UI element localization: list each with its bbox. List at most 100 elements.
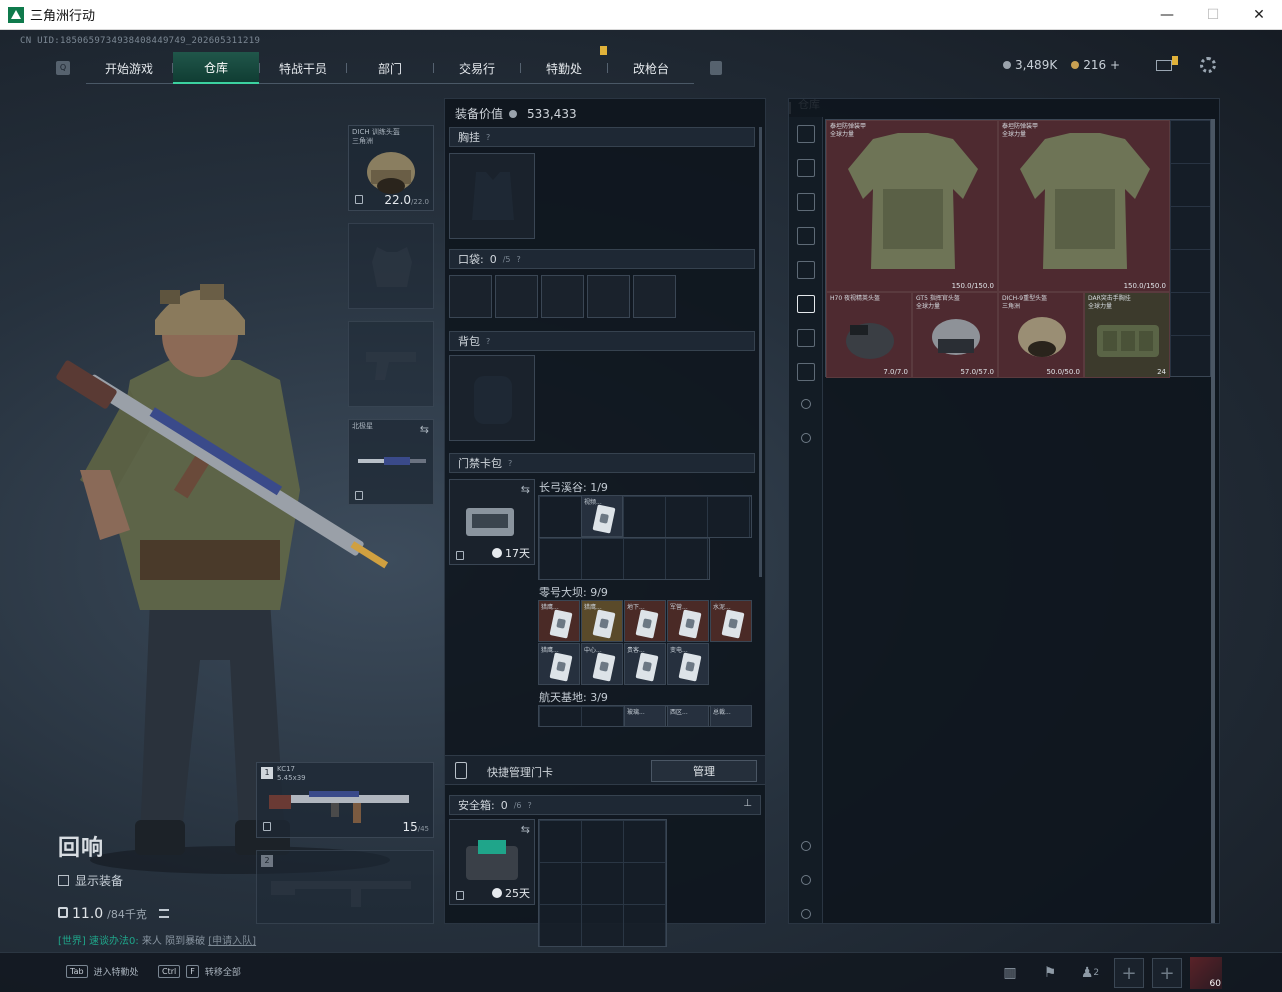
help-icon[interactable]: ?	[486, 133, 490, 142]
stash-item-armor[interactable]: 泰坦防弹装甲 全球力量 150.0/150.0	[998, 120, 1170, 292]
show-gear-toggle[interactable]: 显示装备	[58, 872, 123, 889]
misc-category-icon[interactable]	[797, 363, 815, 381]
safe-box-slot[interactable]: ⇆ 25天	[449, 819, 535, 905]
manage-button[interactable]: 管理	[651, 760, 757, 782]
tab-department[interactable]: 部门	[347, 52, 433, 84]
keycard-item[interactable]: 变电...	[667, 643, 709, 685]
show-gear-checkbox[interactable]	[58, 875, 69, 886]
lock-filter-icon[interactable]	[801, 399, 811, 409]
armor-category-icon[interactable]	[797, 159, 815, 177]
stash-scrollbar[interactable]	[1211, 119, 1215, 923]
loadout-scrollbar[interactable]	[759, 127, 762, 577]
nav-prev-key-icon[interactable]: Q	[56, 61, 70, 75]
tab-gunsmith[interactable]: 改枪台	[608, 52, 694, 84]
melee-slot[interactable]: 北极星 ⇆	[348, 419, 434, 505]
keycard-item[interactable]: 猎鹰...	[538, 643, 580, 685]
keycard-case-slot[interactable]: ⇆ 17天	[449, 479, 535, 565]
keycard-item[interactable]: 西区...	[667, 705, 709, 727]
stash-panel: 泰坦防弹装甲 全球力量 150.0/150.0 泰坦防弹装甲 全球力量 150.0/…	[788, 98, 1220, 924]
pin-icon[interactable]: ⊥	[743, 798, 752, 809]
keycard-icon	[678, 652, 702, 682]
sort-icon[interactable]	[801, 841, 811, 851]
keycard-icon	[549, 609, 573, 639]
pistol-slot[interactable]	[348, 321, 434, 407]
tab-warehouse[interactable]: 仓库	[173, 52, 259, 84]
ammo-category-icon[interactable]	[797, 329, 815, 347]
keycard-item[interactable]: 玻璃...	[624, 705, 666, 727]
all-items-category-icon[interactable]	[797, 295, 815, 313]
layers-icon[interactable]	[801, 875, 811, 885]
flag-icon[interactable]: ⚑	[1034, 958, 1066, 988]
keycard-case-header: 门禁卡包?	[449, 453, 755, 473]
safe-box-header: 安全箱: 0/6? ⊥	[449, 795, 761, 815]
armor-slot[interactable]	[348, 223, 434, 309]
special-ops-hint[interactable]: Tab 进入特勤处	[66, 965, 139, 978]
pocket-slot[interactable]	[633, 275, 676, 318]
auto-arrange-icon[interactable]	[801, 909, 811, 919]
keycard-item[interactable]: 视频...	[581, 495, 623, 537]
keycard-icon	[678, 609, 702, 639]
backpack-slot[interactable]	[449, 355, 535, 441]
swap-icon[interactable]: ⇆	[521, 483, 530, 496]
close-button[interactable]: ✕	[1236, 0, 1282, 30]
stash-item-helmet[interactable]: GT5 指挥官头盔 全球力量 57.0/57.0	[912, 292, 998, 378]
weapon-category-icon[interactable]	[797, 261, 815, 279]
backpack-category-icon[interactable]	[797, 193, 815, 211]
settings-filter-icon[interactable]	[801, 433, 811, 443]
rig-category-icon[interactable]	[797, 227, 815, 245]
pocket-slot[interactable]	[587, 275, 630, 318]
keycard-item[interactable]: 地下...	[624, 600, 666, 642]
swap-icon[interactable]: ⇆	[521, 823, 530, 836]
stash-item-armor[interactable]: 泰坦防弹装甲 全球力量 150.0/150.0	[826, 120, 998, 292]
tab-operators[interactable]: 特战干员	[260, 52, 346, 84]
tab-special-ops[interactable]: 特勤处	[521, 46, 607, 84]
keycard-item[interactable]: 中心...	[581, 643, 623, 685]
help-icon[interactable]: ?	[486, 337, 490, 346]
stash-item-helmet[interactable]: H70 夜视精英头盔 7.0/7.0	[826, 292, 912, 378]
pocket-slot[interactable]	[541, 275, 584, 318]
avatar[interactable]: 60	[1190, 957, 1222, 989]
swap-icon[interactable]: ⇆	[420, 423, 429, 436]
help-icon[interactable]: ?	[508, 459, 512, 468]
maximize-button[interactable]: ☐	[1190, 0, 1236, 30]
invite-slot-button[interactable]: +	[1114, 958, 1144, 988]
mail-icon[interactable]	[1156, 60, 1172, 71]
keycard-item[interactable]: 猎鹰...	[581, 600, 623, 642]
add-currency-button[interactable]: +	[1110, 58, 1120, 72]
stats-icon[interactable]: ▥	[994, 958, 1026, 988]
help-icon[interactable]: ?	[517, 255, 521, 264]
stash-item-helmet[interactable]: DICH-9重型头盔 三角洲 50.0/50.0	[998, 292, 1084, 378]
map1-keycard-grid	[538, 495, 752, 538]
secondary-weapon-slot[interactable]: 2	[256, 850, 434, 924]
pocket-slot[interactable]	[449, 275, 492, 318]
keycard-item[interactable]: 猎鹰...	[538, 600, 580, 642]
safe-box-grid	[538, 819, 667, 947]
join-team-link[interactable]: [申请入队]	[208, 936, 256, 947]
silver-coin-icon	[1002, 61, 1011, 69]
help-icon[interactable]: ?	[528, 801, 532, 810]
tab-start-game[interactable]: 开始游戏	[86, 52, 172, 84]
stash-item-chest-rig[interactable]: DAR突击手胸挂 全球力量 24	[1084, 292, 1170, 378]
tab-market[interactable]: 交易行	[434, 52, 520, 84]
keycard-item[interactable]: 水泥...	[710, 600, 752, 642]
invite-slot-button[interactable]: +	[1152, 958, 1182, 988]
helmet-slot[interactable]: DICH 训练头盔 三角洲 22.0/22.0	[348, 125, 434, 211]
pocket-slot[interactable]	[495, 275, 538, 318]
window-title: 三角洲行动	[30, 9, 96, 24]
quick-manage-row: 快捷管理门卡 管理	[445, 755, 765, 785]
player-uid: CN UID:18506597349384084497​49_202605311…	[20, 36, 261, 46]
window-titlebar: 三角洲行动 — ☐ ✕	[0, 0, 1282, 30]
primary-weapon-slot[interactable]: 1 KC17 5.45x39 15/45	[256, 762, 434, 838]
minimize-button[interactable]: —	[1144, 0, 1190, 30]
helmet-category-icon[interactable]	[797, 125, 815, 143]
list-icon[interactable]	[158, 909, 169, 918]
nav-next-key-icon[interactable]	[710, 61, 722, 75]
keycard-item[interactable]: 军营...	[667, 600, 709, 642]
pistol-placeholder-icon	[366, 352, 416, 380]
squad-icon[interactable]: ♟ 2	[1074, 958, 1106, 988]
chest-rig-slot[interactable]	[449, 153, 535, 239]
keycard-item[interactable]: 贵客...	[624, 643, 666, 685]
transfer-all-hint[interactable]: Ctrl F 转移全部	[158, 965, 241, 978]
keycard-item[interactable]: 总裁...	[710, 705, 752, 727]
settings-gear-icon[interactable]	[1200, 57, 1216, 73]
